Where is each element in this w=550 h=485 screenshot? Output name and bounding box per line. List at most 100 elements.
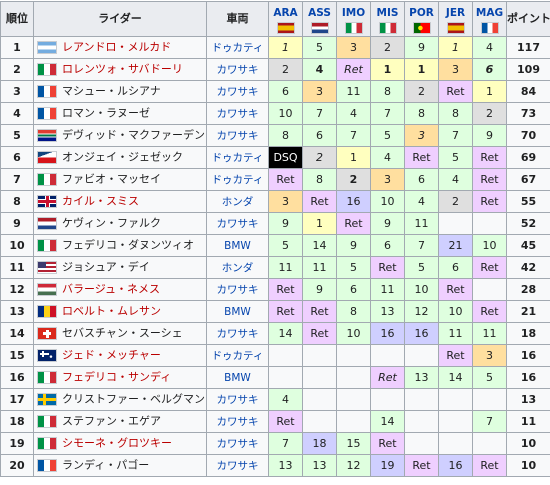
- result-cell: 7: [303, 103, 337, 125]
- manufacturer-link[interactable]: カワサキ: [207, 213, 269, 235]
- result-cell: 16: [371, 323, 405, 345]
- points-header: ポイント: [507, 2, 550, 37]
- round-label[interactable]: POR: [405, 7, 438, 19]
- result-cell: 13: [303, 455, 337, 477]
- manufacturer-link[interactable]: ホンダ: [207, 191, 269, 213]
- rider-name-link[interactable]: シモーネ・グロツキー: [62, 437, 172, 450]
- manufacturer-link[interactable]: ドゥカティ: [207, 169, 269, 191]
- round-label[interactable]: JER: [439, 7, 472, 19]
- rider-name-link[interactable]: ロマン・ラヌーゼ: [62, 107, 150, 120]
- manufacturer-link[interactable]: BMW: [207, 367, 269, 389]
- rider-name-link[interactable]: フェデリコ・サンディ: [62, 371, 171, 384]
- manufacturer-link[interactable]: BMW: [207, 301, 269, 323]
- rider-name-link[interactable]: ステファン・エゲア: [62, 415, 161, 428]
- rider-name-link[interactable]: ファビオ・マッセイ: [62, 173, 161, 186]
- round-label[interactable]: MIS: [371, 7, 404, 19]
- rider-name-link[interactable]: マシュー・ルシアナ: [62, 85, 161, 98]
- round-label[interactable]: MAG: [473, 7, 506, 19]
- position-cell: 18: [1, 411, 34, 433]
- round-header-ass[interactable]: ASS: [303, 2, 337, 37]
- manufacturer-link[interactable]: ドゥカティ: [207, 37, 269, 59]
- round-header-ara[interactable]: ARA: [269, 2, 303, 37]
- rider-name-link[interactable]: フェデリコ・ダヌンツィオ: [62, 239, 194, 252]
- result-cell: Ret: [473, 257, 507, 279]
- round-header-imo[interactable]: IMO: [337, 2, 371, 37]
- rider-name-link[interactable]: ロレンツォ・サバドーリ: [62, 63, 183, 76]
- result-cell: Ret: [269, 169, 303, 191]
- manufacturer-link[interactable]: カワサキ: [207, 411, 269, 433]
- italy-flag-icon: [37, 173, 57, 186]
- result-cell: 9: [303, 279, 337, 301]
- rider-name-link[interactable]: ケヴィン・ファルク: [62, 217, 161, 230]
- hungary-flag-icon: [37, 283, 57, 296]
- rider-name-link[interactable]: デヴィッド・マクファーデン: [62, 129, 205, 142]
- manufacturer-link[interactable]: カワサキ: [207, 279, 269, 301]
- manufacturer-link[interactable]: カワサキ: [207, 433, 269, 455]
- result-cell: 8: [303, 169, 337, 191]
- result-cell: 5: [337, 257, 371, 279]
- manufacturer-link[interactable]: カワサキ: [207, 455, 269, 477]
- manufacturer-link[interactable]: カワサキ: [207, 103, 269, 125]
- round-header-mag[interactable]: MAG: [473, 2, 507, 37]
- points-cell: 28: [507, 279, 550, 301]
- result-cell: 8: [439, 103, 473, 125]
- position-cell: 10: [1, 235, 34, 257]
- table-row: 3マシュー・ルシアナカワサキ631182Ret184: [1, 81, 550, 103]
- rider-name-link[interactable]: カイル・スミス: [62, 195, 139, 208]
- result-cell: 7: [371, 103, 405, 125]
- manufacturer-link[interactable]: ドゥカティ: [207, 147, 269, 169]
- position-cell: 11: [1, 257, 34, 279]
- points-cell: 13: [507, 389, 550, 411]
- rider-name-link[interactable]: バラージュ・ネメス: [62, 283, 160, 296]
- manufacturer-link[interactable]: カワサキ: [207, 323, 269, 345]
- result-cell: [405, 433, 439, 455]
- rider-name-link[interactable]: オンジェイ・ジェゼック: [62, 151, 183, 164]
- result-cell: 2: [269, 59, 303, 81]
- rider-cell: ジョシュア・デイ: [34, 257, 207, 279]
- round-header-jer[interactable]: JER: [439, 2, 473, 37]
- result-cell: 4: [439, 169, 473, 191]
- round-label[interactable]: IMO: [337, 7, 370, 19]
- italy-flag-icon: [37, 371, 57, 384]
- result-cell: 12: [337, 455, 371, 477]
- points-cell: 10: [507, 433, 550, 455]
- result-cell: [303, 389, 337, 411]
- manufacturer-link[interactable]: カワサキ: [207, 59, 269, 81]
- result-cell: 10: [371, 191, 405, 213]
- result-cell: 6: [439, 257, 473, 279]
- result-cell: [371, 345, 405, 367]
- manufacturer-link[interactable]: カワサキ: [207, 81, 269, 103]
- table-row: 17クリストファー・ベルグマンカワサキ413: [1, 389, 550, 411]
- manufacturer-link[interactable]: BMW: [207, 235, 269, 257]
- result-cell: 7: [439, 125, 473, 147]
- manufacturer-link[interactable]: ドゥカティ: [207, 345, 269, 367]
- rider-name-link[interactable]: ランディ・パゴー: [62, 459, 149, 472]
- position-cell: 7: [1, 169, 34, 191]
- round-header-por[interactable]: POR: [405, 2, 439, 37]
- rider-name-link[interactable]: セバスチャン・スーシェ: [62, 327, 183, 340]
- points-cell: 55: [507, 191, 550, 213]
- round-label[interactable]: ARA: [269, 7, 302, 19]
- round-label[interactable]: ASS: [303, 7, 336, 19]
- france-flag-icon: [37, 459, 57, 472]
- rider-cell: ジェド・メッチャー: [34, 345, 207, 367]
- points-cell: 67: [507, 169, 550, 191]
- round-header-mis[interactable]: MIS: [371, 2, 405, 37]
- rider-name-link[interactable]: ロベルト・ムレサン: [62, 305, 161, 318]
- position-cell: 17: [1, 389, 34, 411]
- manufacturer-link[interactable]: カワサキ: [207, 389, 269, 411]
- rider-name-link[interactable]: クリストファー・ベルグマン: [62, 393, 205, 406]
- manufacturer-link[interactable]: ホンダ: [207, 257, 269, 279]
- manufacturer-link[interactable]: カワサキ: [207, 125, 269, 147]
- position-cell: 13: [1, 301, 34, 323]
- result-cell: [473, 279, 507, 301]
- rider-cell: ロマン・ラヌーゼ: [34, 103, 207, 125]
- rider-name-link[interactable]: レアンドロ・メルカド: [62, 41, 171, 54]
- points-cell: 109: [507, 59, 550, 81]
- italy-flag-icon: [37, 415, 57, 428]
- result-cell: 13: [405, 367, 439, 389]
- position-cell: 5: [1, 125, 34, 147]
- rider-name-link[interactable]: ジェド・メッチャー: [62, 349, 161, 362]
- rider-name-link[interactable]: ジョシュア・デイ: [62, 261, 150, 274]
- result-cell: 14: [303, 235, 337, 257]
